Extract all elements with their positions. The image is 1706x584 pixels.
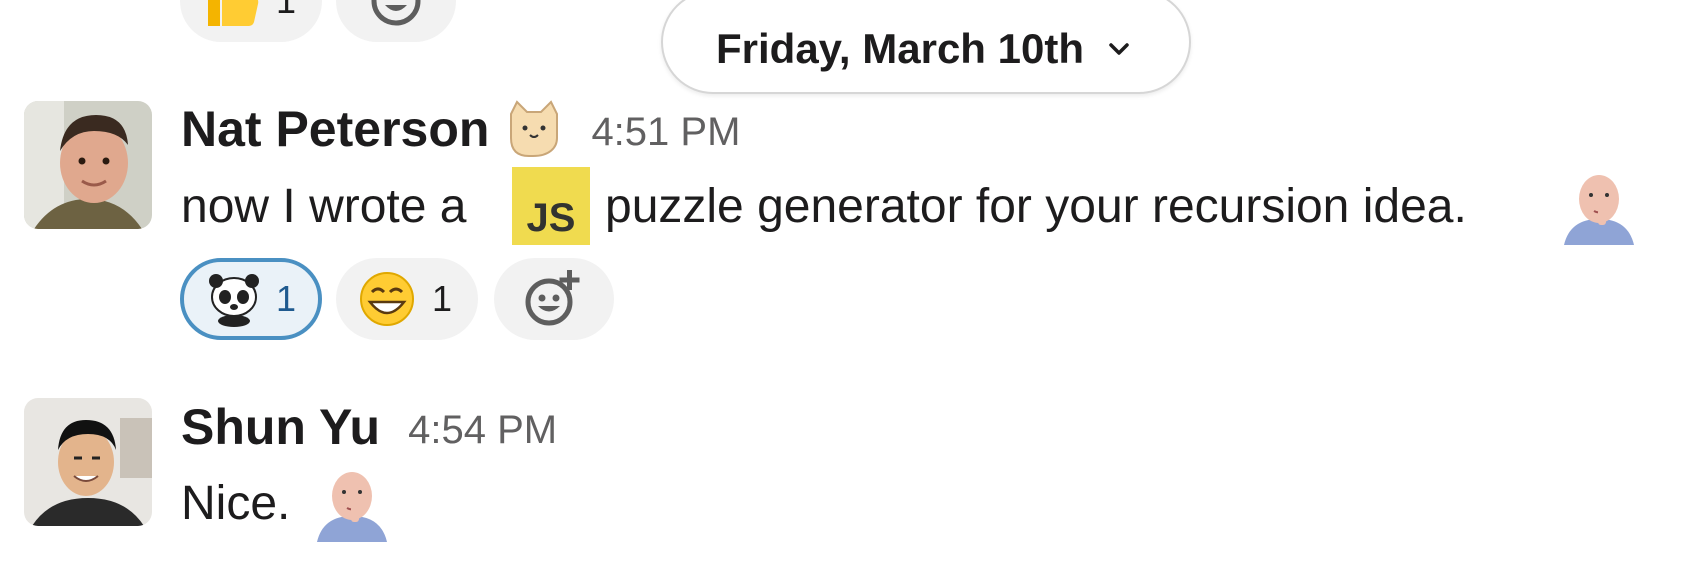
message-timestamp[interactable]: 4:51 PM [591, 110, 740, 155]
cat-icon [510, 100, 559, 157]
reaction-count: 1 [276, 0, 297, 21]
dr-evil-emoji-icon [313, 464, 391, 542]
thumbs-up-icon [208, 0, 259, 26]
user-avatar-nat [24, 101, 152, 229]
panda-icon [209, 274, 259, 327]
dr-evil-emoji-icon [1560, 167, 1638, 245]
message-body: now I wrote a JS puzzle generator for yo… [181, 167, 1681, 245]
add-reaction-button-top[interactable] [336, 0, 456, 42]
avatar[interactable] [24, 101, 152, 229]
message-header: Shun Yu 4:54 PM [181, 394, 557, 460]
message-body: Nice. [181, 464, 781, 550]
message-text: now I wrote a [181, 180, 467, 233]
author-name[interactable]: Nat Peterson [181, 100, 489, 158]
date-divider-button[interactable]: Friday, March 10th [661, 0, 1191, 94]
author-name[interactable]: Shun Yu [181, 398, 380, 456]
reaction-grinning[interactable]: 1 [336, 258, 478, 340]
avatar[interactable] [24, 398, 152, 526]
date-divider-label: Friday, March 10th [716, 25, 1084, 72]
js-emoji-label: JS [526, 196, 576, 240]
reaction-count: 1 [276, 278, 297, 319]
reaction-count: 1 [432, 278, 453, 319]
add-reaction-button[interactable] [494, 258, 614, 340]
reaction-panda[interactable]: 1 [180, 258, 322, 340]
message-timestamp[interactable]: 4:54 PM [408, 408, 557, 453]
user-avatar-shun [24, 398, 152, 526]
js-emoji: JS [512, 167, 590, 245]
message-header: Nat Peterson 4:51 PM [181, 96, 740, 162]
reaction-thumbs-up[interactable]: 1 [180, 0, 322, 42]
chevron-down-icon [1109, 43, 1129, 55]
add-reaction-icon [525, 270, 580, 326]
message-text: Nice. [181, 477, 291, 530]
add-reaction-icon [371, 0, 421, 26]
grinning-face-icon [360, 272, 414, 326]
message-text: puzzle generator for your recursion idea… [605, 180, 1467, 233]
